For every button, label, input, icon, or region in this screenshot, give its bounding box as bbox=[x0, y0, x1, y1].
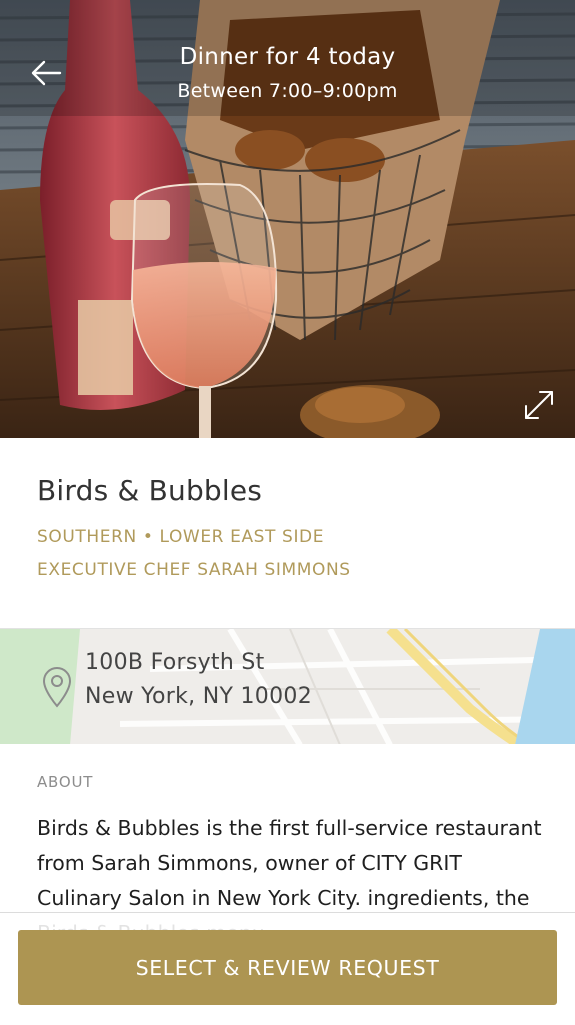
header-subtitle: Between 7:00–9:00pm bbox=[177, 80, 398, 102]
restaurant-info: Birds & Bubbles SOUTHERN • LOWER EAST SI… bbox=[0, 438, 575, 628]
footer-bar: SELECT & REVIEW REQUEST bbox=[0, 912, 575, 1025]
restaurant-name: Birds & Bubbles bbox=[37, 474, 263, 507]
address-city: New York, NY 10002 bbox=[85, 684, 313, 709]
location-map[interactable]: 100B Forsyth St New York, NY 10002 bbox=[0, 628, 575, 746]
address-street: 100B Forsyth St bbox=[85, 650, 265, 675]
select-review-request-button[interactable]: SELECT & REVIEW REQUEST bbox=[18, 930, 557, 1005]
chef-name: EXECUTIVE CHEF SARAH SIMMONS bbox=[37, 560, 351, 580]
map-pin-icon bbox=[42, 667, 72, 708]
hero-photo: Dinner for 4 today Between 7:00–9:00pm bbox=[0, 0, 575, 438]
about-label: ABOUT bbox=[37, 773, 94, 791]
map-pin bbox=[40, 665, 74, 709]
cuisine-neighborhood: SOUTHERN • LOWER EAST SIDE bbox=[37, 527, 325, 547]
header-title: Dinner for 4 today bbox=[179, 44, 396, 70]
expand-icon bbox=[525, 391, 553, 419]
expand-photo-button[interactable] bbox=[518, 384, 560, 426]
